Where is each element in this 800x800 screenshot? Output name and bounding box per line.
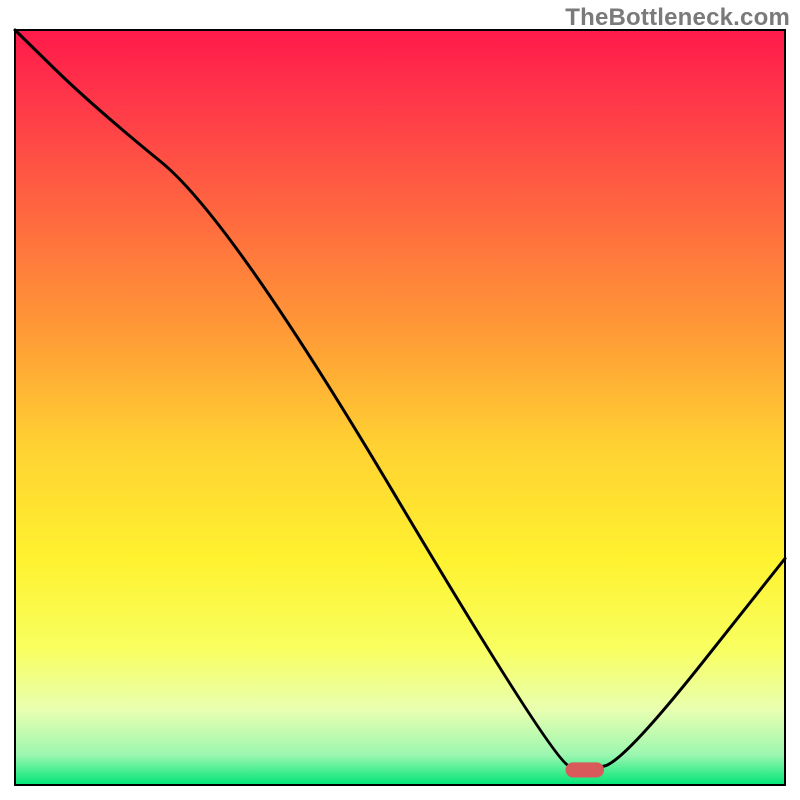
bottleneck-chart (0, 0, 800, 800)
watermark-text: TheBottleneck.com (565, 4, 790, 32)
min-marker (566, 762, 605, 777)
plot-background (15, 30, 785, 785)
chart-container: TheBottleneck.com (0, 0, 800, 800)
